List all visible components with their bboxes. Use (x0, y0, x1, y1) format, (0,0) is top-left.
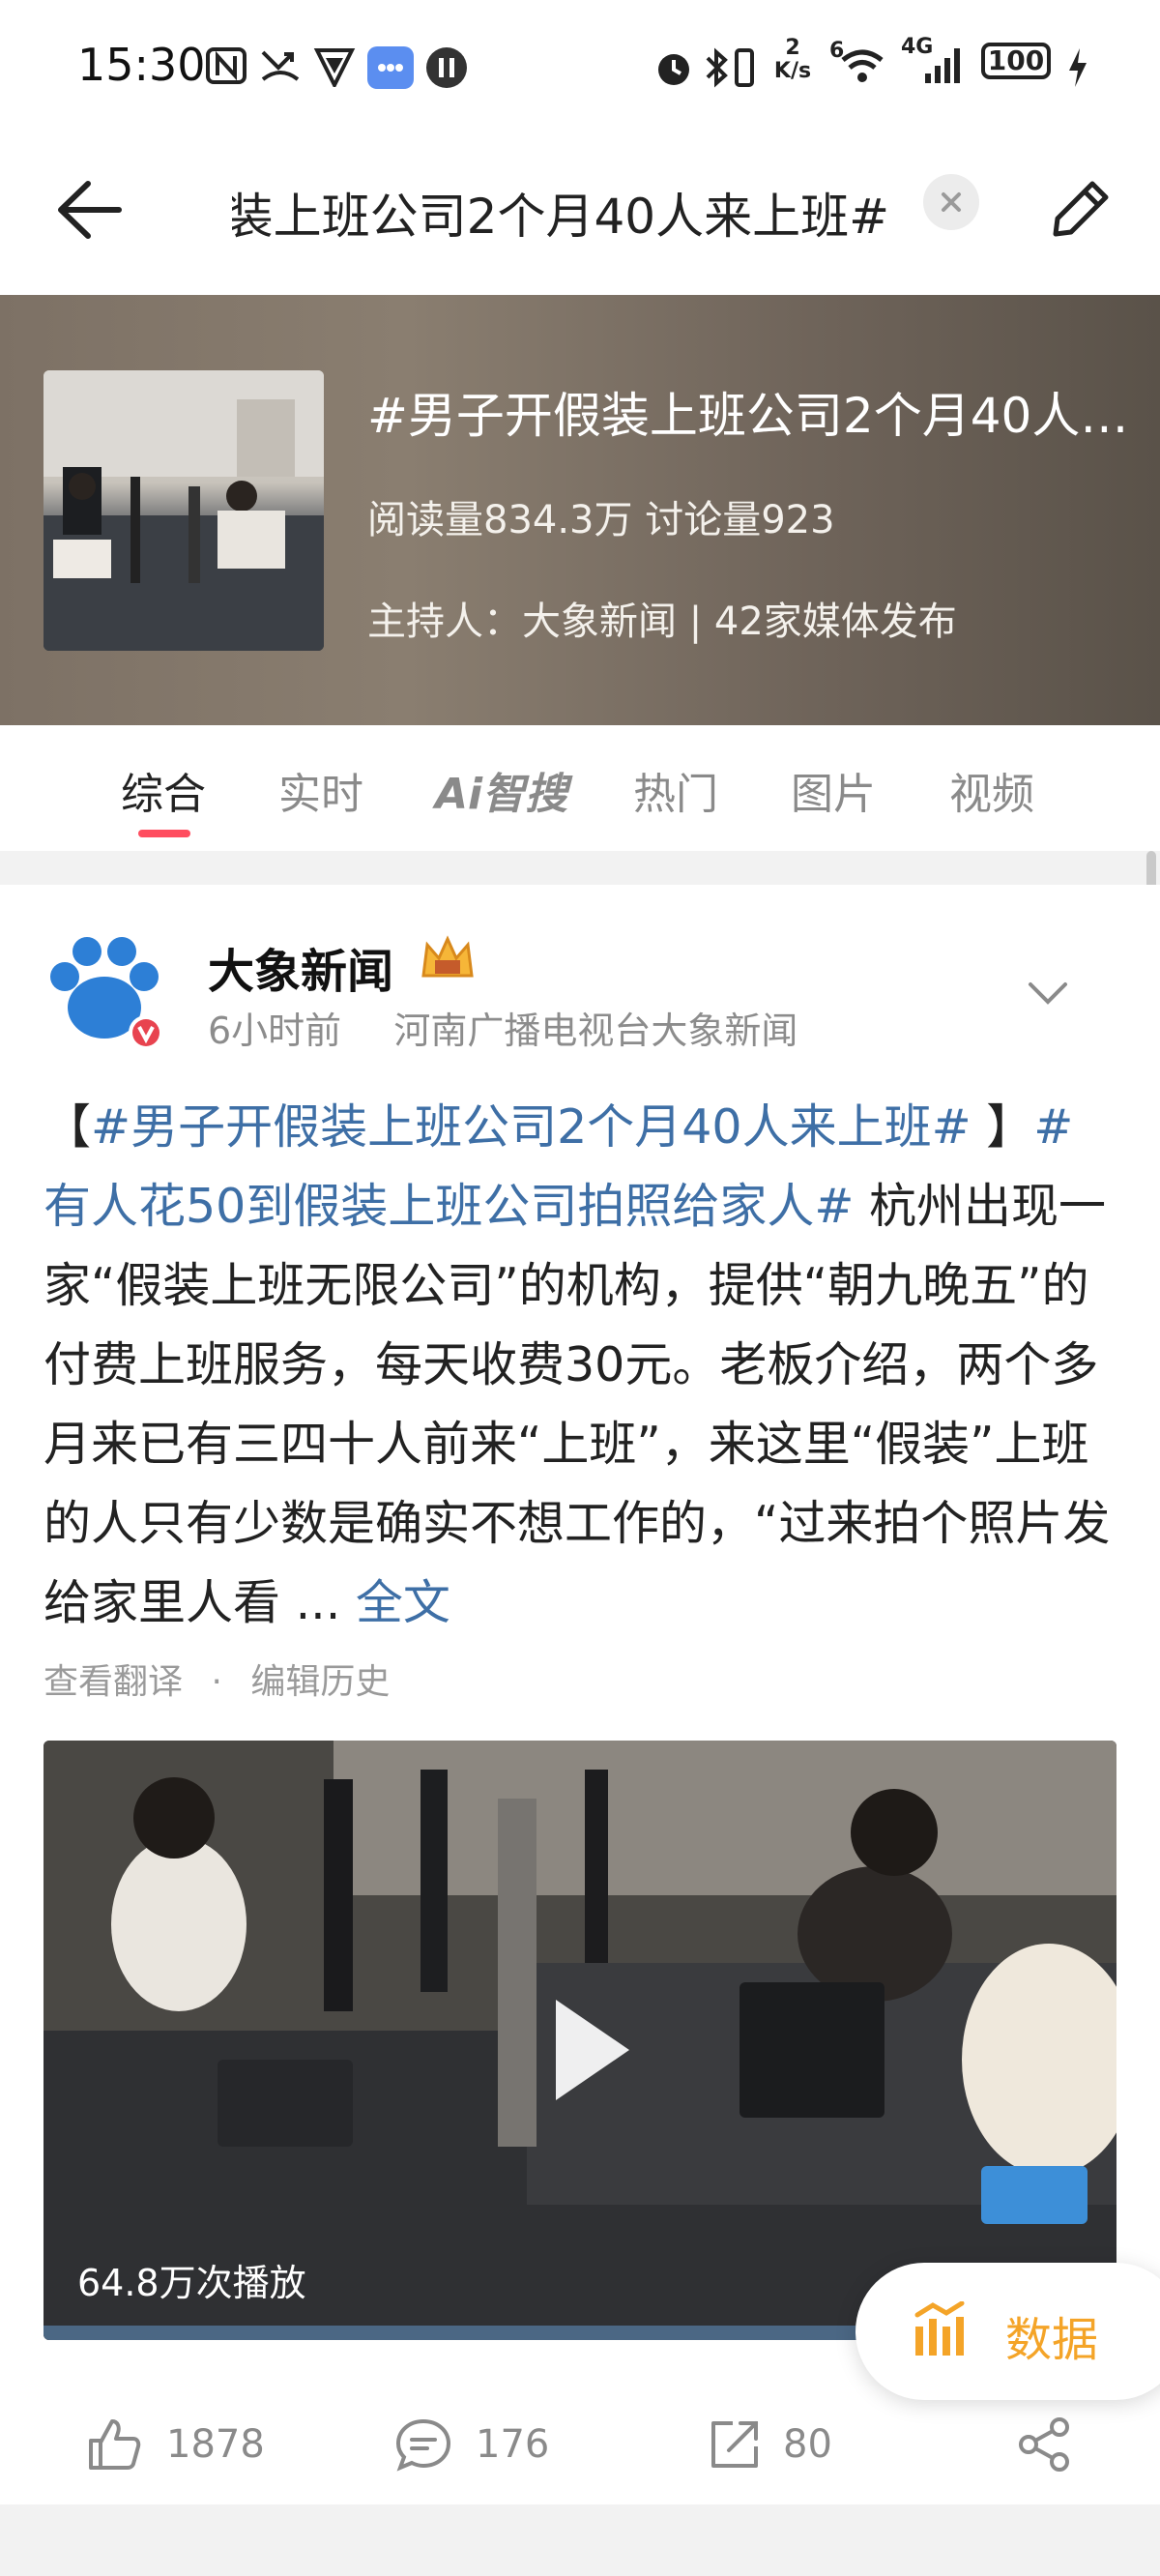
video-thumbnail (44, 1741, 1116, 2340)
vibrate-icon (735, 48, 754, 87)
missed-call-icon (261, 50, 300, 81)
author-avatar[interactable] (44, 928, 165, 1050)
search-query-text: #男子开假装上班公司2个月40人来上班# (232, 189, 889, 245)
post-source: 河南广播电视台大象新闻 (393, 1010, 798, 1052)
author-name[interactable]: 大象新闻 (208, 933, 393, 1001)
data-float-button[interactable]: 数据 (856, 2263, 1160, 2400)
active-tab-indicator (138, 830, 190, 837)
edit-pencil-icon[interactable] (1044, 172, 1117, 246)
topic-stats: 阅读量834.3万 讨论量923 (367, 498, 835, 542)
comment-count[interactable]: 176 (476, 2422, 549, 2467)
status-bar: 15:30 2 K/s 6 4G 100 (0, 0, 1160, 145)
net-speed: 2 K/s (773, 37, 812, 83)
wifi-icon (841, 49, 884, 82)
tab-ai-search[interactable]: Ai智搜 (435, 759, 567, 821)
back-arrow-icon[interactable] (53, 174, 125, 246)
repost-count[interactable]: 80 (783, 2422, 832, 2467)
close-icon (942, 192, 961, 212)
tab-images[interactable]: 图片 (791, 759, 876, 821)
alarm-icon (658, 54, 689, 85)
topic-header: #男子开假装上班公司2个月40人来上班# 阅读量834.3万 讨论量923 主持… (0, 295, 1160, 725)
bracket-open: 【 (44, 1099, 92, 1155)
office-photo-illustration (44, 370, 324, 651)
chevron-down-icon[interactable] (1025, 977, 1071, 1010)
stats-chart-icon (914, 2301, 965, 2356)
like-thumb-icon[interactable] (85, 2415, 143, 2474)
feed-card: 大象新闻 6小时前 河南广播电视台大象新闻 【#男子开假装上班公司2个月40人来… (0, 885, 1160, 2504)
like-count[interactable]: 1878 (166, 2422, 265, 2467)
tab-comprehensive[interactable]: 综合 (121, 759, 206, 821)
bracket-close: 】 (971, 1099, 1034, 1155)
video-player[interactable]: 64.8万次播放 (44, 1741, 1116, 2340)
bluetooth-icon (706, 47, 728, 88)
tab-hot[interactable]: 热门 (633, 759, 718, 821)
tab-realtime[interactable]: 实时 (278, 759, 363, 821)
net-speed-unit: K/s (773, 59, 812, 83)
post-secondary-actions: 查看翻译 · 编辑历史 (44, 1654, 390, 1704)
topic-cover-image[interactable] (44, 370, 324, 651)
battery-level: 100 (981, 43, 1051, 79)
read-more-link[interactable]: 全文 (340, 1575, 450, 1630)
post-text: 杭州出现一家“假装上班无限公司”的机构，提供“朝九晚五”的付费上班服务，每天收费… (44, 1179, 1111, 1630)
topic-host: 主持人：大象新闻 | 42家媒体发布 (367, 600, 957, 644)
post-meta: 6小时前 河南广播电视台大象新闻 (208, 1001, 798, 1054)
data-float-label: 数据 (1005, 2313, 1099, 2367)
charging-icon (1069, 48, 1087, 87)
paw-logo-icon (50, 937, 163, 1050)
pause-app-icon (426, 47, 467, 88)
tab-videos[interactable]: 视频 (949, 759, 1034, 821)
dot-separator: · (211, 1662, 222, 1702)
hashtag-link[interactable]: #男子开假装上班公司2个月40人来上班# (91, 1099, 972, 1155)
tab-bar: 综合 实时 Ai智搜 热门 图片 视频 (0, 725, 1160, 851)
topic-title: #男子开假装上班公司2个月40人来上班# (367, 388, 1131, 444)
search-nav-bar: #男子开假装上班公司2个月40人来上班# (0, 145, 1160, 295)
signal-icon (925, 48, 960, 83)
share-icon[interactable] (1015, 2415, 1073, 2474)
post-time: 6小时前 (208, 1010, 342, 1052)
chat-app-icon (367, 46, 414, 89)
status-time: 15:30 (77, 39, 206, 91)
edit-history-link[interactable]: 编辑历史 (250, 1662, 390, 1702)
search-input[interactable]: #男子开假装上班公司2个月40人来上班# (232, 178, 889, 248)
post-body: 【#男子开假装上班公司2个月40人来上班# 】#有人花50到假装上班公司拍照给家… (44, 1088, 1116, 1643)
video-play-count: 64.8万次播放 (77, 2262, 306, 2304)
vip-crown-badge-icon[interactable] (418, 931, 478, 987)
nfc-icon (206, 47, 246, 84)
net-speed-value: 2 (785, 36, 800, 60)
translate-link[interactable]: 查看翻译 (44, 1662, 183, 1702)
clear-search-button[interactable] (923, 174, 979, 230)
shield-app-icon (313, 48, 356, 87)
comment-icon[interactable] (394, 2415, 452, 2474)
repost-icon[interactable] (706, 2415, 764, 2474)
